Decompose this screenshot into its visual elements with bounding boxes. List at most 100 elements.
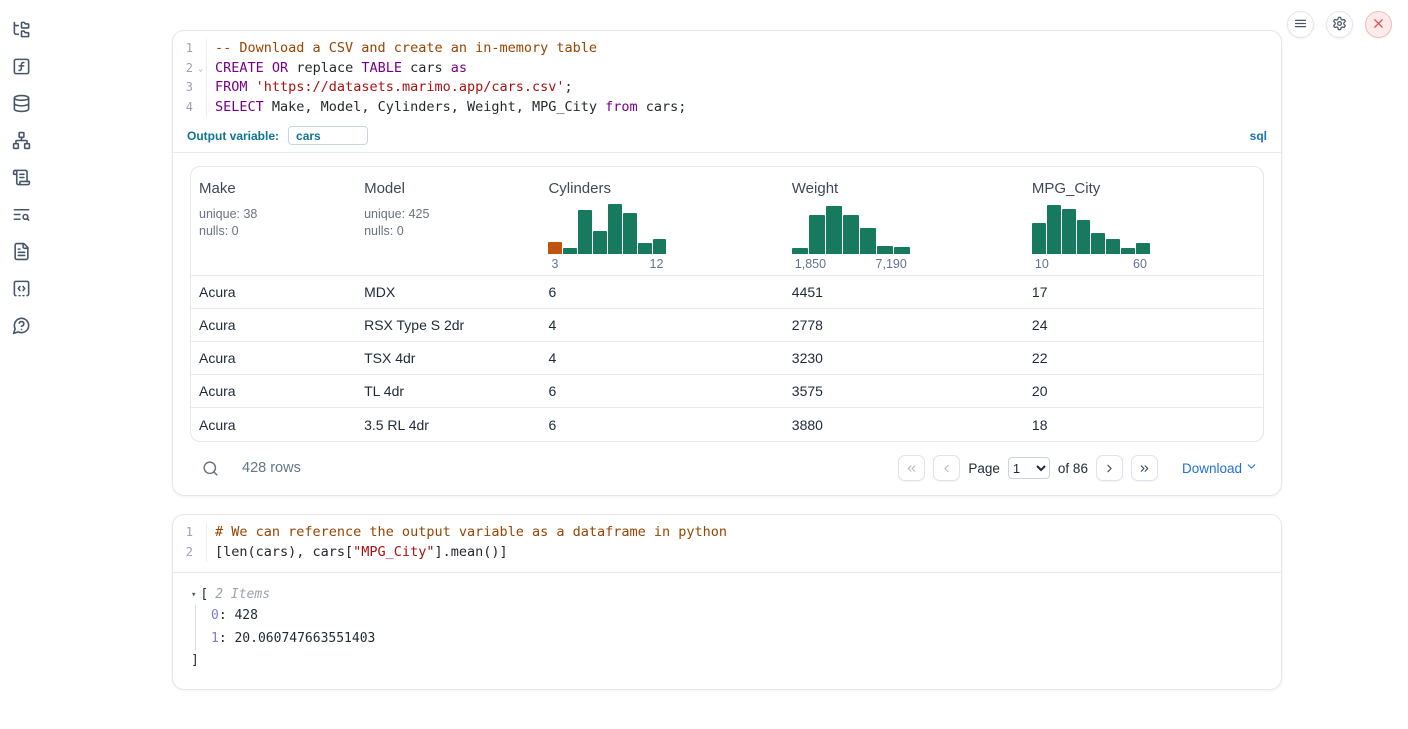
tree-output-header: ▾ [ 2 Items — [191, 587, 1265, 602]
column-header-weight[interactable]: Weight1,8507,190 — [784, 180, 1024, 272]
topbar-actions — [1287, 11, 1392, 38]
histogram-bar[interactable] — [548, 242, 562, 254]
prev-page-button[interactable] — [933, 455, 960, 481]
fold-chevron-icon[interactable]: ⌄ — [195, 59, 206, 79]
column-header-cylinders[interactable]: Cylinders 312 — [540, 180, 783, 272]
page-total-label: of 86 — [1058, 461, 1088, 476]
histogram-bar[interactable] — [843, 215, 859, 254]
histogram-bar[interactable] — [1047, 205, 1061, 254]
table-row[interactable]: Acura3.5 RL 4dr6388018 — [191, 408, 1263, 441]
next-page-button[interactable] — [1096, 455, 1123, 481]
search-icon[interactable] — [202, 460, 219, 477]
column-header-make[interactable]: Makeunique: 38nulls: 0 — [191, 180, 356, 272]
histogram-min-label: 10 — [1035, 257, 1049, 272]
histogram-bar[interactable] — [1136, 243, 1150, 254]
histogram-bar[interactable] — [1091, 233, 1105, 254]
column-header-mpg_city[interactable]: MPG_City1060 — [1024, 180, 1263, 272]
table-cell: 4 — [540, 350, 783, 366]
sidebar-item-file-explorer[interactable] — [11, 22, 31, 42]
column-name: Model — [364, 180, 540, 197]
histogram-bar[interactable] — [578, 210, 592, 254]
sql-code-editor[interactable]: 1-- Download a CSV and create an in-memo… — [173, 31, 1281, 124]
table-cell: 3880 — [784, 417, 1024, 433]
tree-item: 1: 20.060747663551403 — [211, 628, 1265, 651]
page-select[interactable]: 1 — [1008, 457, 1050, 479]
notebook-menu-button[interactable] — [1287, 11, 1314, 38]
histogram-bar[interactable] — [638, 243, 652, 254]
histogram-bar[interactable] — [1032, 223, 1046, 254]
table-cell: 6 — [540, 383, 783, 399]
text-search-icon — [12, 205, 31, 229]
table-cell: 4 — [540, 317, 783, 333]
histogram-bar[interactable] — [1106, 239, 1120, 254]
table-row[interactable]: AcuraRSX Type S 2dr4277824 — [191, 309, 1263, 342]
table-cell: 18 — [1024, 417, 1263, 433]
histogram-bar[interactable] — [1062, 209, 1076, 254]
shutdown-button[interactable] — [1365, 11, 1392, 38]
last-page-button[interactable] — [1131, 455, 1158, 481]
line-number: 1 — [186, 39, 195, 59]
sidebar-item-data-sources[interactable] — [11, 96, 31, 116]
table-cell: MDX — [356, 284, 540, 300]
python-cell: 1# We can reference the output variable … — [172, 514, 1282, 690]
histogram-bar[interactable] — [1077, 220, 1091, 254]
collapse-chevron-icon[interactable]: ▾ — [191, 590, 196, 600]
histogram-bar[interactable] — [1121, 248, 1135, 254]
sidebar-item-scratchpad-search[interactable] — [11, 207, 31, 227]
histogram-bar[interactable] — [608, 204, 622, 254]
python-code-editor[interactable]: 1# We can reference the output variable … — [173, 515, 1281, 573]
table-cell: Acura — [191, 317, 356, 333]
histogram-bar[interactable] — [809, 215, 825, 254]
circle-help-icon — [12, 316, 31, 340]
sidebar-item-snippets[interactable] — [11, 281, 31, 301]
sql-cell-meta-row: Output variable: sql — [173, 124, 1281, 153]
histogram-bar[interactable] — [563, 248, 577, 254]
histogram-bar[interactable] — [860, 228, 876, 254]
table-row[interactable]: AcuraTSX 4dr4323022 — [191, 342, 1263, 375]
table-row[interactable]: AcuraMDX6445117 — [191, 276, 1263, 309]
histogram-max-label: 60 — [1133, 257, 1147, 272]
line-number: 4 — [186, 98, 195, 118]
column-histogram[interactable]: 10 60 — [1032, 204, 1150, 272]
folder-tree-icon — [12, 20, 31, 44]
histogram-bar[interactable] — [593, 231, 607, 254]
code-line: 3FROM 'https://datasets.marimo.app/cars.… — [173, 78, 1281, 98]
histogram-bar[interactable] — [894, 247, 910, 254]
sidebar-item-variables[interactable] — [11, 59, 31, 79]
table-row[interactable]: AcuraTL 4dr6357520 — [191, 375, 1263, 408]
row-count-label: 428 rows — [242, 460, 301, 476]
histogram-bar[interactable] — [623, 213, 637, 254]
output-variable-input[interactable] — [288, 126, 368, 145]
histogram-bar[interactable] — [653, 239, 667, 254]
column-histogram[interactable]: 312 — [548, 204, 666, 272]
column-histogram[interactable]: 1,8507,190 — [792, 204, 910, 272]
scroll-text-icon — [12, 168, 31, 192]
code-line: 2[len(cars), cars["MPG_City"].mean()] — [173, 543, 1281, 563]
table-cell: TSX 4dr — [356, 350, 540, 366]
table-cell: 20 — [1024, 383, 1263, 399]
table-cell: 24 — [1024, 317, 1263, 333]
tree-open-bracket: [ — [200, 587, 208, 602]
network-icon — [12, 131, 31, 155]
table-cell: TL 4dr — [356, 383, 540, 399]
tree-item-value: 428 — [234, 608, 257, 623]
histogram-bar[interactable] — [826, 206, 842, 254]
code-line: 4SELECT Make, Model, Cylinders, Weight, … — [173, 98, 1281, 118]
settings-button[interactable] — [1326, 11, 1353, 38]
histogram-bar[interactable] — [792, 248, 808, 254]
download-button[interactable]: Download — [1182, 460, 1258, 476]
first-page-button[interactable] — [898, 455, 925, 481]
column-header-model[interactable]: Modelunique: 425nulls: 0 — [356, 180, 540, 272]
database-icon — [12, 94, 31, 118]
sidebar-item-help[interactable] — [11, 318, 31, 338]
sidebar-item-documentation[interactable] — [11, 244, 31, 264]
square-dashed-code-icon — [12, 279, 31, 303]
table-cell: 4451 — [784, 284, 1024, 300]
histogram-bar[interactable] — [877, 246, 893, 254]
tree-item-index: 0 — [211, 608, 219, 623]
sidebar-item-dependency-graph[interactable] — [11, 133, 31, 153]
sidebar-item-logs[interactable] — [11, 170, 31, 190]
download-label: Download — [1182, 461, 1242, 476]
column-name: Cylinders — [548, 180, 783, 197]
menu-icon — [1293, 16, 1308, 34]
